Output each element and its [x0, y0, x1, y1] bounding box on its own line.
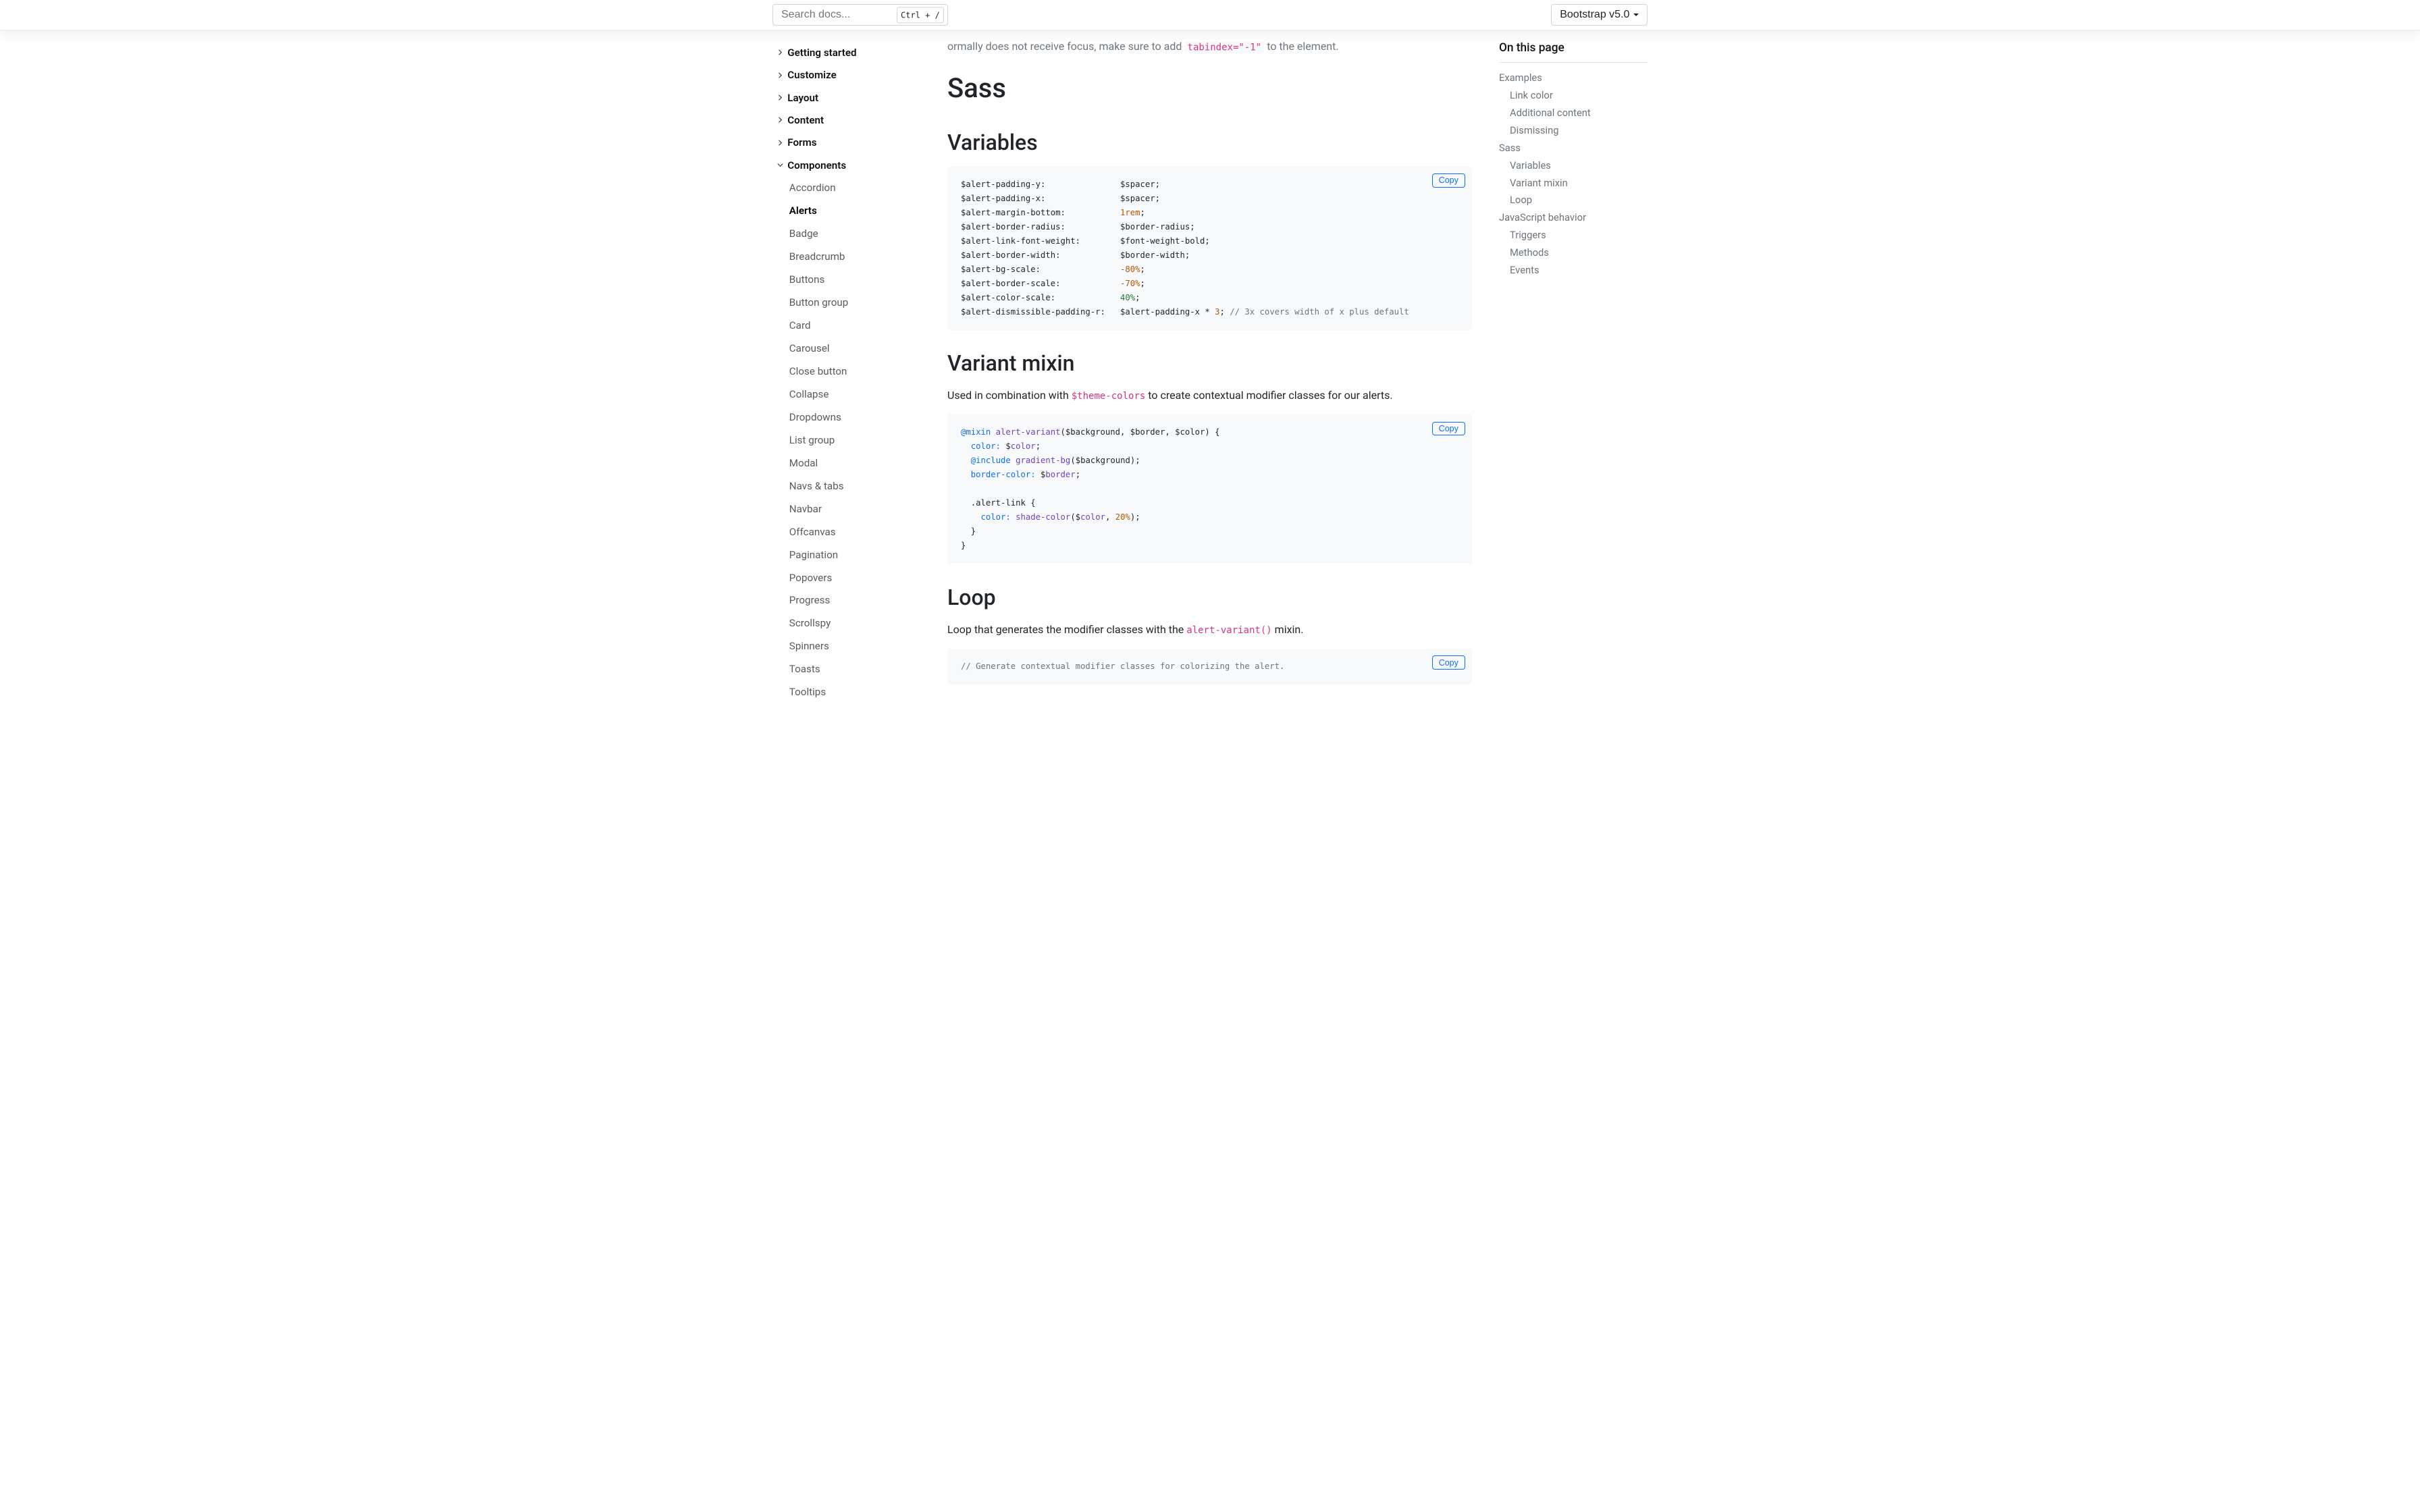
partial-cutoff-text: ormally does not receive focus, make sur…: [947, 36, 1472, 55]
sidebar-group-label: Customize: [787, 68, 837, 83]
toc-link-examples[interactable]: Examples: [1499, 72, 1542, 84]
toc-link-methods[interactable]: Methods: [1510, 246, 1549, 259]
copy-button[interactable]: Copy: [1432, 173, 1465, 188]
chevron-right-icon: [775, 138, 785, 148]
code-block-variables: Copy $alert-padding-y: $spacer; $alert-p…: [947, 167, 1472, 330]
toc-link-link-color[interactable]: Link color: [1510, 89, 1553, 101]
sidebar-group-components[interactable]: Components: [772, 154, 931, 176]
sidebar-item-popovers[interactable]: Popovers: [772, 568, 931, 587]
sidebar-group-label: Content: [787, 113, 824, 128]
sidebar-item-dropdowns[interactable]: Dropdowns: [772, 408, 931, 427]
code-content: // Generate contextual modifier classes …: [961, 659, 1458, 674]
sidebar-group-layout[interactable]: Layout: [772, 86, 931, 109]
search-shortcut-hint: Ctrl + /: [897, 7, 943, 23]
chevron-right-icon: [775, 48, 785, 57]
inline-code: tabindex="-1": [1184, 41, 1264, 54]
toc-heading: On this page: [1499, 40, 1648, 63]
sidebar-item-modal[interactable]: Modal: [772, 454, 931, 473]
toc-link-variables[interactable]: Variables: [1510, 159, 1551, 171]
variant-mixin-intro: Used in combination with $theme-colors t…: [947, 387, 1472, 404]
sidebar-item-button-group[interactable]: Button group: [772, 293, 931, 313]
toc-link-events[interactable]: Events: [1510, 264, 1540, 276]
sidebar-group-label: Layout: [787, 90, 818, 106]
heading-loop: Loop: [947, 581, 1472, 614]
version-label: Bootstrap v5.0: [1560, 9, 1629, 21]
sidebar-group-customize[interactable]: Customize: [772, 64, 931, 86]
toc-link-dismissing[interactable]: Dismissing: [1510, 124, 1559, 136]
sidebar-group-label: Forms: [787, 135, 816, 151]
loop-intro: Loop that generates the modifier classes…: [947, 622, 1472, 638]
chevron-right-icon: [775, 93, 785, 103]
sidebar-item-pagination[interactable]: Pagination: [772, 545, 931, 564]
sidebar-item-buttons[interactable]: Buttons: [772, 270, 931, 290]
sidebar-item-close-button[interactable]: Close button: [772, 362, 931, 381]
toc-link-triggers[interactable]: Triggers: [1510, 229, 1546, 241]
sidebar-group-content[interactable]: Content: [772, 109, 931, 132]
chevron-down-icon: [775, 161, 785, 170]
toc-link-additional-content[interactable]: Additional content: [1510, 107, 1591, 119]
sidebar-item-toasts[interactable]: Toasts: [772, 659, 931, 679]
main-content: ormally does not receive focus, make sur…: [947, 31, 1483, 708]
code-block-variant-mixin: Copy @mixin alert-variant($background, $…: [947, 414, 1472, 564]
sidebar-item-accordion[interactable]: Accordion: [772, 178, 931, 198]
sidebar-item-tooltips[interactable]: Tooltips: [772, 682, 931, 702]
sidebar-item-navbar[interactable]: Navbar: [772, 499, 931, 518]
chevron-right-icon: [775, 115, 785, 125]
sidebar-nav: Getting started Customize Layout Content For…: [772, 31, 931, 708]
version-dropdown[interactable]: Bootstrap v5.0: [1551, 4, 1648, 26]
sidebar-item-progress[interactable]: Progress: [772, 591, 931, 610]
subnavbar: Ctrl + / Bootstrap v5.0: [0, 0, 2420, 31]
sidebar-item-list-group[interactable]: List group: [772, 431, 931, 450]
on-this-page-toc: On this page Examples Link color Additiona…: [1499, 31, 1648, 708]
code-content: $alert-padding-y: $spacer; $alert-paddin…: [961, 178, 1458, 319]
toc-link-loop[interactable]: Loop: [1510, 194, 1532, 206]
chevron-right-icon: [775, 71, 785, 80]
sidebar-item-alerts[interactable]: Alerts: [772, 201, 931, 221]
copy-button[interactable]: Copy: [1432, 422, 1465, 436]
toc-link-javascript-behavior[interactable]: JavaScript behavior: [1499, 211, 1586, 223]
toc-link-variant-mixin[interactable]: Variant mixin: [1510, 177, 1568, 189]
sidebar-item-card[interactable]: Card: [772, 316, 931, 335]
sidebar-item-collapse[interactable]: Collapse: [772, 385, 931, 404]
sidebar-item-carousel[interactable]: Carousel: [772, 339, 931, 358]
code-block-loop: Copy // Generate contextual modifier cla…: [947, 649, 1472, 684]
sidebar-group-label: Components: [787, 158, 846, 173]
copy-button[interactable]: Copy: [1432, 655, 1465, 670]
code-content: @mixin alert-variant($background, $borde…: [961, 425, 1458, 553]
sidebar-group-getting-started[interactable]: Getting started: [772, 42, 931, 64]
sidebar-item-spinners[interactable]: Spinners: [772, 637, 931, 656]
heading-sass: Sass: [947, 68, 1472, 109]
sidebar-item-scrollspy[interactable]: Scrollspy: [772, 614, 931, 633]
sidebar-item-badge[interactable]: Badge: [772, 224, 931, 244]
sidebar-group-forms[interactable]: Forms: [772, 132, 931, 154]
sidebar-item-offcanvas[interactable]: Offcanvas: [772, 522, 931, 541]
search-group: Ctrl + /: [772, 4, 948, 26]
inline-code: $theme-colors: [1072, 391, 1146, 402]
heading-variant-mixin: Variant mixin: [947, 347, 1472, 379]
inline-code: alert-variant(): [1186, 625, 1271, 636]
sidebar-item-breadcrumb[interactable]: Breadcrumb: [772, 247, 931, 267]
toc-link-sass[interactable]: Sass: [1499, 142, 1521, 154]
sidebar-item-navs-tabs[interactable]: Navs & tabs: [772, 477, 931, 496]
sidebar-group-label: Getting started: [787, 45, 856, 61]
heading-variables: Variables: [947, 126, 1472, 159]
